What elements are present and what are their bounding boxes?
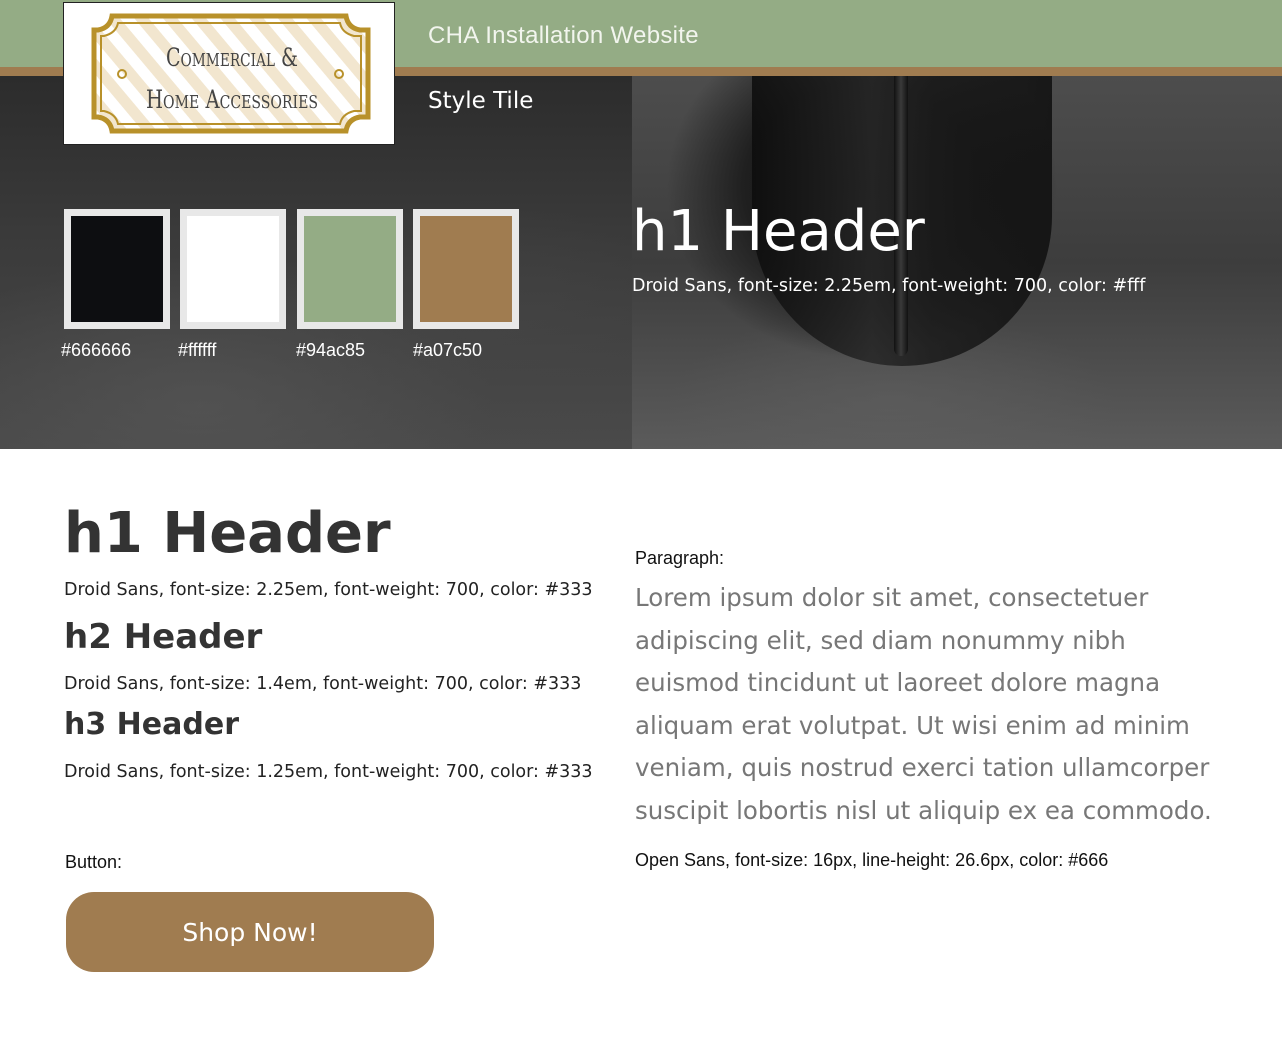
logo-line1: Commercial & [166,43,298,72]
paragraph-spec: Open Sans, font-size: 16px, line-height:… [635,850,1109,870]
site-title: CHA Installation Website [428,22,699,49]
logo[interactable]: Commercial & Home Accessories [63,2,395,145]
swatch-fill [71,216,163,322]
logo-plaque-icon: Commercial & Home Accessories [91,13,371,134]
swatch-dark [64,209,170,329]
h3-spec: Droid Sans, font-size: 1.25em, font-weig… [64,762,593,782]
page-label: Style Tile [428,88,534,114]
swatch-white [180,209,286,329]
h2-header-sample: h2 Header [64,617,263,657]
swatch-fill [420,216,512,322]
h2-spec: Droid Sans, font-size: 1.4em, font-weigh… [64,674,582,694]
logo-line2: Home Accessories [146,85,318,114]
swatch-brown [413,209,519,329]
h1-spec: Droid Sans, font-size: 2.25em, font-weig… [64,580,593,600]
h3-header-sample: h3 Header [64,707,239,742]
swatch-green [297,209,403,329]
swatch-code: #94ac85 [296,340,366,360]
paragraph-sample: Lorem ipsum dolor sit amet, consectetuer… [635,583,1212,825]
hero-h1-spec: Droid Sans, font-size: 2.25em, font-weig… [632,276,1146,296]
swatch-code: #ffffff [178,340,217,360]
swatch-fill [187,216,279,322]
shop-now-button[interactable]: Shop Now! [66,892,434,972]
paragraph-label: Paragraph: [635,548,725,568]
swatch-code: #666666 [61,340,132,360]
swatch-fill [304,216,396,322]
button-label: Button: [65,852,123,872]
hero-h1-header: h1 Header [632,199,925,264]
swatch-code: #a07c50 [413,340,483,360]
h1-header-sample: h1 Header [64,501,391,566]
